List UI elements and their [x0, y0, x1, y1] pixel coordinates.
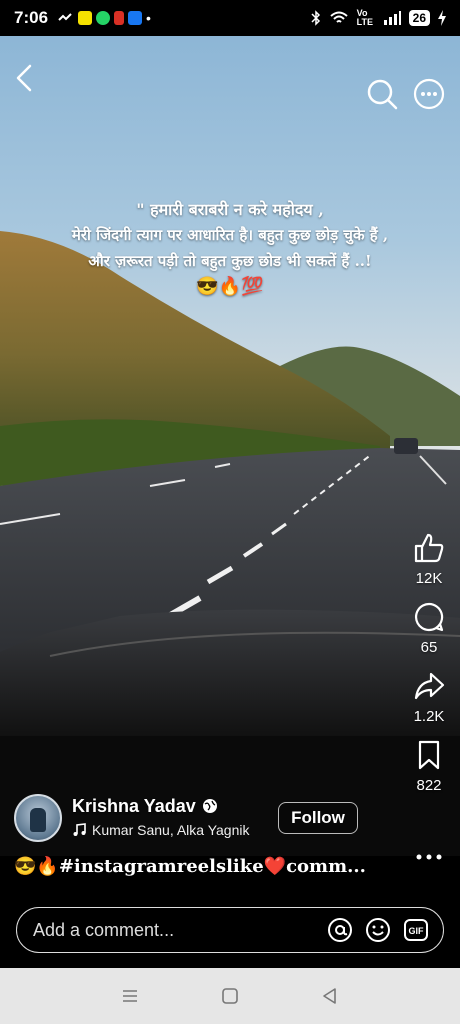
avatar[interactable]	[14, 794, 62, 842]
globe-icon	[203, 799, 217, 813]
system-nav-bar	[0, 968, 460, 1024]
status-bar: 7:06 • Vo LTE 26	[0, 0, 460, 36]
like-count: 12K	[415, 570, 443, 587]
wifi-icon	[329, 11, 348, 23]
like-action[interactable]: 12K	[400, 532, 458, 587]
comment-bar: GIF	[16, 907, 444, 953]
follow-button[interactable]: Follow	[278, 802, 358, 834]
share-action[interactable]: 1.2K	[400, 670, 458, 725]
comment-action[interactable]: 65	[400, 601, 458, 656]
overlay-line-2: मेरी जिंदगी त्याग पर आधारित है। बहुत कुछ…	[71, 226, 389, 244]
video-overlay-text: " हमारी बराबरी न करे महोदय , मेरी जिंदगी…	[20, 198, 440, 300]
notification-icons: •	[58, 10, 151, 26]
music-row[interactable]: Kumar Sanu, Alka Yagnik	[72, 822, 249, 838]
comment-bubble-icon[interactable]	[413, 601, 445, 633]
reel-caption[interactable]: 😎🔥#instagramreelslike❤️comm...	[14, 856, 404, 877]
network-label: Vo LTE	[356, 8, 373, 27]
chevron-left-icon[interactable]	[12, 62, 38, 94]
overlay-emojis: 😎🔥💯	[196, 276, 264, 297]
video-scene	[0, 231, 460, 856]
whatsapp-icon	[96, 11, 111, 25]
battery-indicator: 26	[408, 10, 430, 26]
back-nav-icon[interactable]	[320, 986, 340, 1006]
bluetooth-icon	[311, 10, 320, 26]
bookmark-icon[interactable]	[413, 739, 445, 771]
top-controls	[0, 36, 460, 116]
missed-call-icon	[58, 13, 72, 21]
more-circle-icon[interactable]	[413, 78, 445, 110]
overlay-line-1: " हमारी बराबरी न करे महोदय ,	[136, 200, 324, 219]
save-count: 822	[416, 777, 442, 794]
gif-icon[interactable]: GIF	[403, 917, 429, 943]
comment-count: 65	[420, 639, 438, 656]
app-red-icon	[114, 11, 125, 25]
facebook-icon	[128, 11, 143, 25]
action-column: 12K 65 1.2K 822	[400, 532, 458, 808]
author-row: Krishna Yadav Kumar Sanu, Alka Yagnik Fo…	[14, 794, 394, 844]
reel-video[interactable]	[0, 36, 460, 856]
at-icon[interactable]	[327, 917, 353, 943]
share-count: 1.2K	[413, 708, 445, 725]
author-name[interactable]: Krishna Yadav	[72, 796, 196, 817]
save-action[interactable]: 822	[400, 739, 458, 794]
recent-apps-icon[interactable]	[120, 986, 140, 1006]
signal-icon	[383, 11, 401, 25]
overlay-line-3: और ज़रूरत पड़ी तो बहुत कुछ छोड भी सकतें …	[88, 252, 372, 270]
more-horizontal-icon[interactable]	[414, 850, 444, 864]
status-right: Vo LTE 26	[311, 9, 446, 27]
dot-icon: •	[146, 10, 151, 26]
search-icon[interactable]	[366, 78, 398, 110]
status-time: 7:06	[14, 8, 49, 27]
svg-text:GIF: GIF	[409, 926, 425, 936]
share-arrow-icon[interactable]	[413, 670, 445, 702]
thumbs-up-icon[interactable]	[413, 532, 445, 564]
music-note-icon	[73, 823, 86, 836]
smiley-icon[interactable]	[365, 917, 391, 943]
charging-icon	[438, 10, 446, 26]
snapchat-icon	[78, 11, 93, 25]
music-label: Kumar Sanu, Alka Yagnik	[92, 822, 250, 838]
comment-input[interactable]	[33, 919, 327, 941]
comment-icons: GIF	[327, 917, 429, 943]
home-icon[interactable]	[220, 986, 240, 1006]
